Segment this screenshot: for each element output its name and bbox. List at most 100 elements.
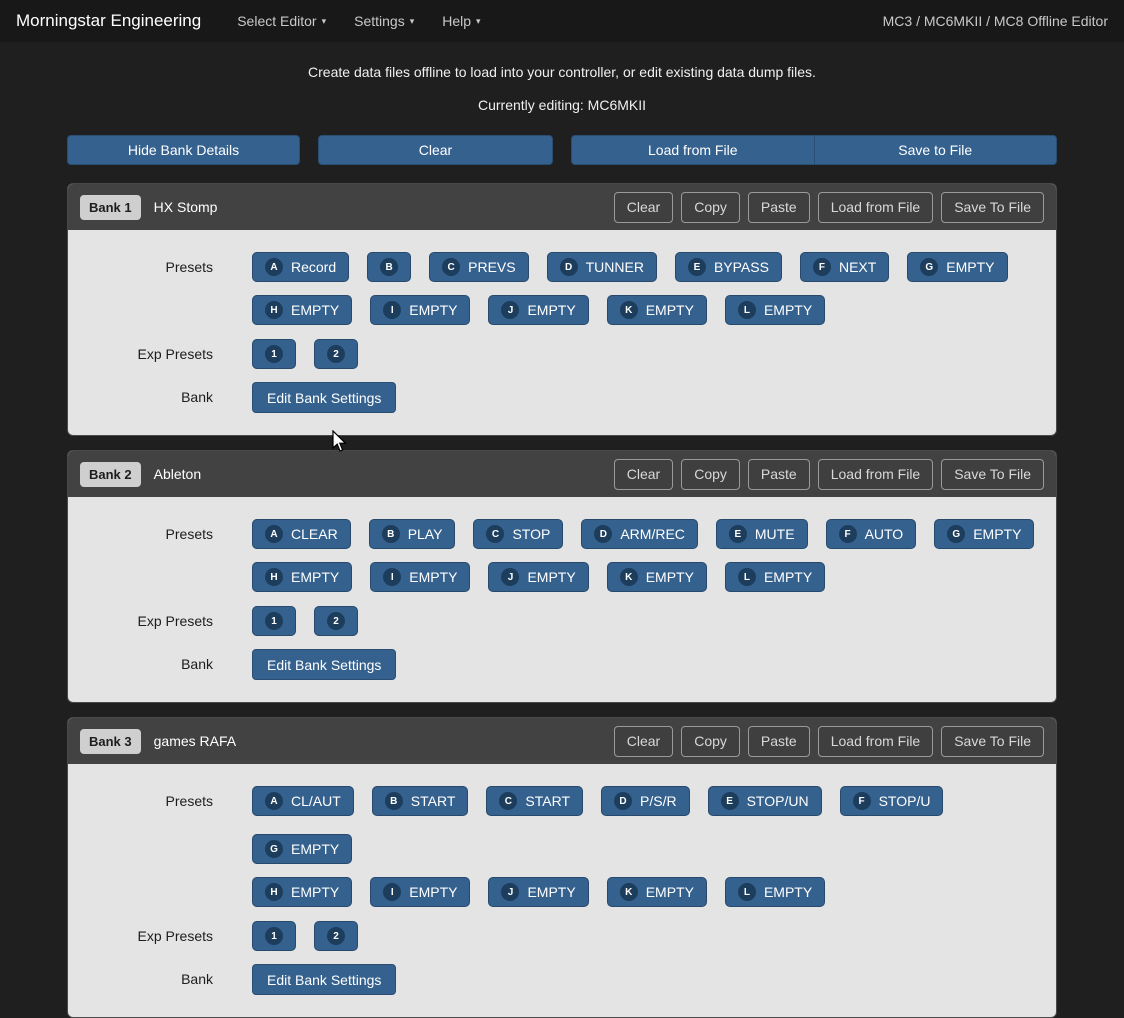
presets-row-1-label: Presets bbox=[68, 519, 252, 542]
edit-bank-settings-button[interactable]: Edit Bank Settings bbox=[252, 964, 396, 995]
preset-label: PLAY bbox=[408, 526, 443, 542]
preset-button-g[interactable]: GEMPTY bbox=[907, 252, 1007, 282]
preset-button-f[interactable]: FSTOP/U bbox=[840, 786, 944, 816]
preset-button-a[interactable]: ACL/AUT bbox=[252, 786, 354, 816]
exp-preset-button-2[interactable]: 2 bbox=[314, 339, 358, 369]
preset-label: AUTO bbox=[865, 526, 904, 542]
bank-badge[interactable]: Bank 3 bbox=[80, 729, 141, 754]
menu-select-editor[interactable]: Select Editor ▾ bbox=[223, 5, 340, 37]
bank-save-to-file-button[interactable]: Save To File bbox=[941, 726, 1044, 757]
row-buttons: 12 bbox=[252, 339, 358, 369]
preset-label: BYPASS bbox=[714, 259, 769, 275]
bank-name: Ableton bbox=[154, 466, 201, 482]
preset-label: EMPTY bbox=[409, 302, 457, 318]
preset-button-f[interactable]: FNEXT bbox=[800, 252, 889, 282]
bank-load-from-file-button[interactable]: Load from File bbox=[818, 192, 933, 223]
bank-clear-button[interactable]: Clear bbox=[614, 726, 673, 757]
preset-button-e[interactable]: ESTOP/UN bbox=[708, 786, 822, 816]
bank-badge[interactable]: Bank 2 bbox=[80, 462, 141, 487]
chevron-down-icon: ▾ bbox=[322, 16, 327, 27]
preset-label: EMPTY bbox=[409, 569, 457, 585]
preset-button-h[interactable]: HEMPTY bbox=[252, 877, 352, 907]
bank-load-from-file-button[interactable]: Load from File bbox=[818, 726, 933, 757]
preset-button-d[interactable]: DARM/REC bbox=[581, 519, 698, 549]
preset-button-d[interactable]: DTUNNER bbox=[547, 252, 657, 282]
bank-load-from-file-button[interactable]: Load from File bbox=[818, 459, 933, 490]
bank-clear-button[interactable]: Clear bbox=[614, 459, 673, 490]
preset-button-i[interactable]: IEMPTY bbox=[370, 877, 470, 907]
preset-button-k[interactable]: KEMPTY bbox=[607, 562, 707, 592]
preset-button-g[interactable]: GEMPTY bbox=[934, 519, 1034, 549]
clear-all-button[interactable]: Clear bbox=[318, 135, 553, 165]
presets-row-2-label bbox=[68, 295, 252, 302]
bank-clear-button[interactable]: Clear bbox=[614, 192, 673, 223]
menu-settings[interactable]: Settings ▾ bbox=[340, 5, 428, 37]
exp-presets-row: Exp Presets12 bbox=[68, 921, 1056, 951]
preset-button-j[interactable]: JEMPTY bbox=[488, 877, 588, 907]
menu-help[interactable]: Help ▾ bbox=[428, 5, 494, 37]
edit-bank-settings-button[interactable]: Edit Bank Settings bbox=[252, 649, 396, 680]
preset-button-e[interactable]: EMUTE bbox=[716, 519, 808, 549]
hide-bank-details-button[interactable]: Hide Bank Details bbox=[67, 135, 300, 165]
editor-models-text: MC3 / MC6MKII / MC8 Offline Editor bbox=[883, 13, 1108, 29]
bank-paste-button[interactable]: Paste bbox=[748, 726, 810, 757]
exp-preset-button-2[interactable]: 2 bbox=[314, 606, 358, 636]
presets-row-2: HEMPTYIEMPTYJEMPTYKEMPTYLEMPTY bbox=[68, 295, 1056, 325]
preset-button-b[interactable]: B bbox=[367, 252, 411, 282]
preset-button-l[interactable]: LEMPTY bbox=[725, 877, 825, 907]
bank-paste-button[interactable]: Paste bbox=[748, 459, 810, 490]
preset-button-b[interactable]: BSTART bbox=[372, 786, 469, 816]
preset-button-j[interactable]: JEMPTY bbox=[488, 562, 588, 592]
exp-preset-key-badge: 2 bbox=[327, 612, 345, 630]
preset-key-badge: K bbox=[620, 568, 638, 586]
presets-row-2: HEMPTYIEMPTYJEMPTYKEMPTYLEMPTY bbox=[68, 562, 1056, 592]
bank-name: games RAFA bbox=[154, 733, 236, 749]
exp-preset-button-1[interactable]: 1 bbox=[252, 921, 296, 951]
preset-button-l[interactable]: LEMPTY bbox=[725, 295, 825, 325]
preset-button-i[interactable]: IEMPTY bbox=[370, 295, 470, 325]
preset-button-a[interactable]: ARecord bbox=[252, 252, 349, 282]
preset-button-i[interactable]: IEMPTY bbox=[370, 562, 470, 592]
preset-button-k[interactable]: KEMPTY bbox=[607, 295, 707, 325]
preset-key-badge: J bbox=[501, 568, 519, 586]
preset-key-badge: A bbox=[265, 258, 283, 276]
app-brand[interactable]: Morningstar Engineering bbox=[16, 11, 201, 31]
bank-copy-button[interactable]: Copy bbox=[681, 192, 740, 223]
preset-button-h[interactable]: HEMPTY bbox=[252, 562, 352, 592]
preset-button-k[interactable]: KEMPTY bbox=[607, 877, 707, 907]
edit-bank-settings-button[interactable]: Edit Bank Settings bbox=[252, 382, 396, 413]
load-from-file-button[interactable]: Load from File bbox=[571, 135, 814, 165]
bank-paste-button[interactable]: Paste bbox=[748, 192, 810, 223]
exp-preset-button-1[interactable]: 1 bbox=[252, 606, 296, 636]
bank-save-to-file-button[interactable]: Save To File bbox=[941, 192, 1044, 223]
preset-button-b[interactable]: BPLAY bbox=[369, 519, 456, 549]
preset-button-h[interactable]: HEMPTY bbox=[252, 295, 352, 325]
preset-label: EMPTY bbox=[291, 841, 339, 857]
preset-button-e[interactable]: E BYPASS bbox=[675, 252, 782, 282]
preset-key-badge: E bbox=[688, 258, 706, 276]
bank-body: PresetsARecordBCPREVSDTUNNEREBYPASSFNEXT… bbox=[68, 230, 1056, 435]
row-buttons: Edit Bank Settings bbox=[252, 382, 396, 413]
preset-key-badge: A bbox=[265, 792, 283, 810]
bank-copy-button[interactable]: Copy bbox=[681, 459, 740, 490]
preset-button-a[interactable]: ACLEAR bbox=[252, 519, 351, 549]
preset-key-badge: L bbox=[738, 301, 756, 319]
preset-button-l[interactable]: LEMPTY bbox=[725, 562, 825, 592]
preset-key-badge: D bbox=[594, 525, 612, 543]
exp-preset-button-2[interactable]: 2 bbox=[314, 921, 358, 951]
preset-button-j[interactable]: JEMPTY bbox=[488, 295, 588, 325]
preset-button-d[interactable]: DP/S/R bbox=[601, 786, 690, 816]
bank-copy-button[interactable]: Copy bbox=[681, 726, 740, 757]
preset-button-g[interactable]: GEMPTY bbox=[252, 834, 352, 864]
preset-button-c[interactable]: CPREVS bbox=[429, 252, 528, 282]
chevron-down-icon: ▾ bbox=[476, 16, 481, 27]
save-to-file-button[interactable]: Save to File bbox=[814, 135, 1058, 165]
exp-preset-button-1[interactable]: 1 bbox=[252, 339, 296, 369]
bank-panel: Bank 3 games RAFA Clear Copy Paste Load from … bbox=[67, 717, 1057, 1018]
bank-badge[interactable]: Bank 1 bbox=[80, 195, 141, 220]
preset-label: EMPTY bbox=[946, 259, 994, 275]
preset-button-f[interactable]: FAUTO bbox=[826, 519, 917, 549]
preset-button-c[interactable]: CSTART bbox=[486, 786, 583, 816]
bank-save-to-file-button[interactable]: Save To File bbox=[941, 459, 1044, 490]
preset-button-c[interactable]: CSTOP bbox=[473, 519, 563, 549]
